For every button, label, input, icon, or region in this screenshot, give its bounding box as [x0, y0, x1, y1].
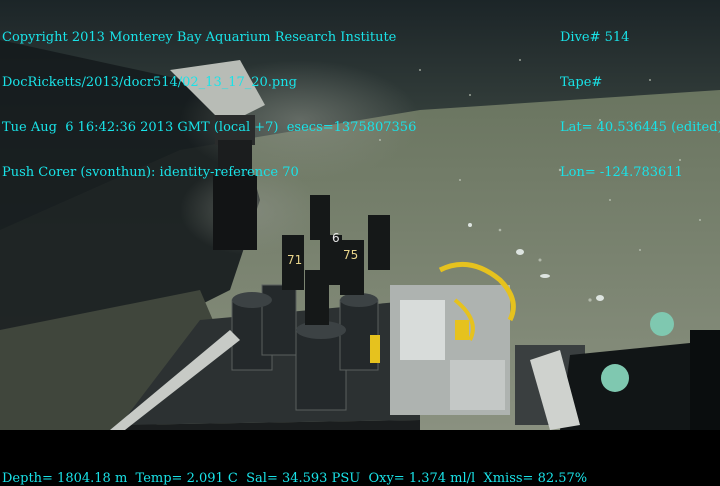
overlay-top-left: Copyright 2013 Monterey Bay Aquarium Res… [2, 0, 416, 210]
tape-number: Tape# [560, 75, 603, 90]
core-label: 6 [332, 231, 340, 245]
timestamp-line: Tue Aug 6 16:42:36 2013 GMT (local +7) e… [2, 120, 417, 135]
annotation-line: Push Corer (svonthun): identity-referenc… [2, 165, 299, 180]
latitude: Lat= 40.536445 (edited) [560, 120, 720, 135]
video-frame: 71 6 75 Copyright 2013 Monterey Bay Aqua… [0, 0, 720, 486]
core-label: 75 [343, 248, 359, 262]
copyright-line: Copyright 2013 Monterey Bay Aquarium Res… [2, 30, 397, 45]
core-label: 71 [287, 253, 303, 267]
sensor-readout: Depth= 1804.18 m Temp= 2.091 C Sal= 34.5… [2, 471, 588, 486]
longitude: Lon= -124.783611 [560, 165, 683, 180]
file-path-line: DocRicketts/2013/docr514/02_13_17_20.png [2, 75, 297, 90]
overlay-top-right: Dive# 514 Tape# Lat= 40.536445 (edited) … [560, 0, 720, 210]
dive-number: Dive# 514 [560, 30, 630, 45]
